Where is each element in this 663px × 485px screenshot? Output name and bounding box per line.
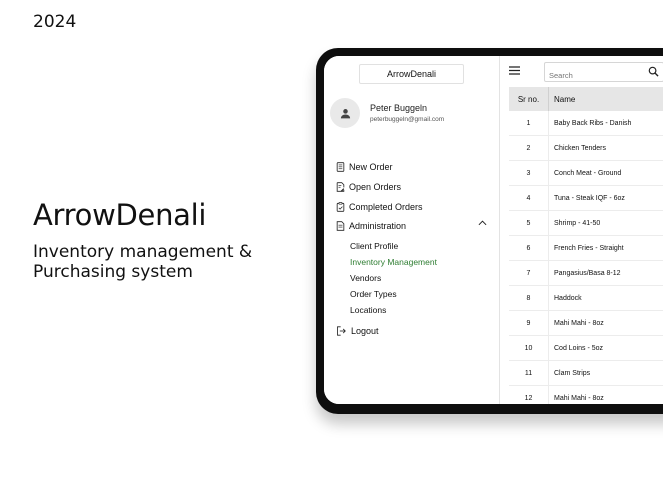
row-item-name: Conch Meat - Ground	[548, 160, 663, 186]
row-item-name: Baby Back Ribs - Danish	[548, 111, 663, 136]
subnav-client-profile[interactable]: Client Profile	[350, 241, 398, 251]
row-sr-no: 6	[509, 235, 549, 261]
table-row[interactable]: 5 Shrimp - 41-50	[509, 210, 663, 236]
avatar[interactable]	[330, 98, 360, 128]
table-row[interactable]: 1 Baby Back Ribs - Danish	[509, 111, 663, 136]
row-sr-no: 11	[509, 360, 549, 386]
row-item-name: Pangasius/Basa 8-12	[548, 260, 663, 286]
row-item-name: Chicken Tenders	[548, 135, 663, 161]
hamburger-menu-icon[interactable]	[509, 66, 520, 75]
user-email: peterbuggeln@gmail.com	[370, 116, 445, 123]
nav-completed-orders[interactable]: Completed Orders	[336, 202, 423, 212]
nav-open-orders[interactable]: Open Orders	[336, 182, 401, 192]
clipboard-icon	[336, 202, 345, 212]
logout-button[interactable]: Logout	[336, 326, 379, 336]
row-sr-no: 10	[509, 335, 549, 361]
table-row[interactable]: 11 Clam Strips	[509, 360, 663, 386]
person-icon	[340, 108, 350, 118]
table-row[interactable]: 2 Chicken Tenders	[509, 135, 663, 161]
logout-icon	[337, 326, 346, 336]
tablet-screen: ArrowDenali Peter Buggeln peterbuggeln@g…	[324, 56, 663, 404]
receipt-icon	[336, 162, 345, 172]
row-item-name: Haddock	[548, 285, 663, 311]
row-sr-no: 4	[509, 185, 549, 211]
row-sr-no: 7	[509, 260, 549, 286]
document-icon	[336, 221, 345, 231]
chevron-up-icon[interactable]	[478, 220, 487, 226]
nav-completed-orders-label: Completed Orders	[349, 202, 423, 212]
row-item-name: Mahi Mahi - 8oz	[548, 385, 663, 404]
table-row[interactable]: 7 Pangasius/Basa 8-12	[509, 260, 663, 286]
search-box	[544, 62, 663, 84]
nav-new-order-label: New Order	[349, 162, 393, 172]
hero-title: ArrowDenali	[33, 198, 207, 232]
subnav-order-types[interactable]: Order Types	[350, 289, 397, 299]
nav-administration[interactable]: Administration	[336, 221, 406, 231]
search-icon[interactable]	[648, 66, 659, 77]
row-sr-no: 8	[509, 285, 549, 311]
table-row[interactable]: 3 Conch Meat - Ground	[509, 160, 663, 186]
hero-subtitle: Inventory management & Purchasing system	[33, 242, 253, 282]
row-item-name: Shrimp - 41-50	[548, 210, 663, 236]
inventory-table: Sr no. Name 1 Baby Back Ribs - Danish 2 Chi…	[509, 87, 663, 404]
table-row[interactable]: 10 Cod Loins - 5oz	[509, 335, 663, 361]
column-header-name[interactable]: Name	[548, 87, 663, 111]
main-content: Sr no. Name 1Baby Back Ribs - Danish2Chi…	[500, 56, 663, 404]
nav-new-order[interactable]: New Order	[336, 162, 393, 172]
row-sr-no: 9	[509, 310, 549, 336]
search-input[interactable]	[545, 67, 639, 84]
column-header-name-label: Name	[554, 94, 576, 104]
row-item-name: Mahi Mahi - 8oz	[548, 310, 663, 336]
nav-open-orders-label: Open Orders	[349, 182, 402, 192]
row-sr-no: 3	[509, 160, 549, 186]
row-item-name: French Fries - Straight	[548, 235, 663, 261]
row-item-name: Clam Strips	[548, 360, 663, 386]
logout-label: Logout	[351, 326, 379, 336]
subnav-locations[interactable]: Locations	[350, 305, 386, 315]
table-row[interactable]: 4 Tuna - Steak IQF - 6oz	[509, 185, 663, 211]
table-row[interactable]: 6 French Fries - Straight	[509, 235, 663, 261]
nav-administration-label: Administration	[349, 221, 407, 231]
column-header-sr-no[interactable]: Sr no.	[509, 87, 549, 111]
sidebar: ArrowDenali Peter Buggeln peterbuggeln@g…	[324, 56, 500, 404]
tablet-device: ArrowDenali Peter Buggeln peterbuggeln@g…	[316, 48, 663, 414]
document-edit-icon	[336, 182, 345, 192]
row-item-name: Cod Loins - 5oz	[548, 335, 663, 361]
row-sr-no: 2	[509, 135, 549, 161]
row-sr-no: 1	[509, 111, 549, 136]
subnav-vendors[interactable]: Vendors	[350, 273, 381, 283]
row-sr-no: 12	[509, 385, 549, 404]
row-item-name: Tuna - Steak IQF - 6oz	[548, 185, 663, 211]
table-row[interactable]: 12 Mahi Mahi - 8oz	[509, 385, 663, 404]
row-sr-no: 5	[509, 210, 549, 236]
brand-logo: ArrowDenali	[359, 64, 464, 84]
table-row[interactable]: 9 Mahi Mahi - 8oz	[509, 310, 663, 336]
subnav-inventory-management[interactable]: Inventory Management	[350, 257, 437, 267]
table-row[interactable]: 8 Haddock	[509, 285, 663, 311]
user-name: Peter Buggeln	[370, 103, 428, 113]
year-label: 2024	[33, 12, 77, 32]
